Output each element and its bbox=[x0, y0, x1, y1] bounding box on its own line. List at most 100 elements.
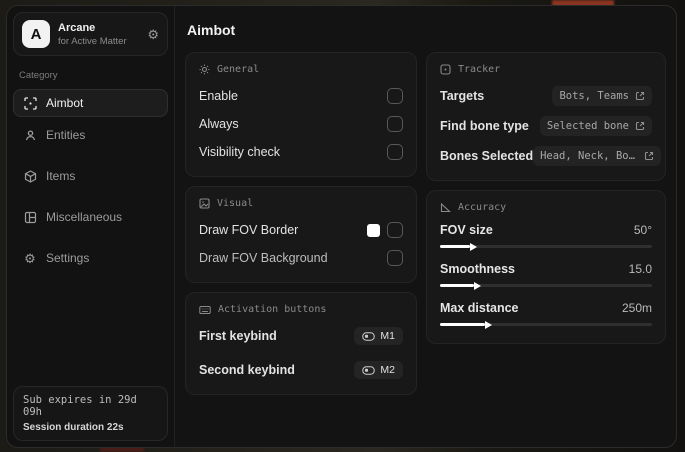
option-label: Draw FOV Background bbox=[199, 251, 328, 265]
section-title: Visual bbox=[217, 198, 254, 209]
brand-subtitle: for Active Matter bbox=[58, 35, 127, 47]
dropdown-value: Bots, Teams bbox=[559, 90, 629, 102]
mouse-icon bbox=[362, 331, 376, 341]
page-title: Aimbot bbox=[187, 22, 236, 38]
dropdown-row: Bones Selected Head, Neck, Body, Pe… bbox=[440, 145, 662, 167]
slider-value: 15.0 bbox=[628, 262, 652, 276]
slider-row: Max distance 250m bbox=[440, 301, 652, 326]
keybind-row: First keybind M1 bbox=[199, 325, 403, 347]
crosshair-icon bbox=[23, 96, 37, 110]
keybind-row: Second keybind M2 bbox=[199, 359, 403, 381]
sidebar-item-aimbot[interactable]: Aimbot bbox=[13, 89, 168, 117]
dropdown-label: Targets bbox=[440, 89, 485, 103]
option-row: Draw FOV Border bbox=[199, 219, 403, 241]
sidebar-item-miscellaneous[interactable]: Miscellaneous bbox=[13, 203, 168, 231]
activation-buttons-section: Activation buttons First keybind M1 Seco… bbox=[185, 292, 417, 395]
fov-size-slider[interactable] bbox=[440, 245, 652, 248]
visibility-check-checkbox[interactable] bbox=[387, 144, 403, 160]
keybind-label: First keybind bbox=[199, 329, 277, 343]
expand-icon bbox=[645, 151, 654, 161]
slider-fill bbox=[440, 323, 485, 326]
slider-value: 250m bbox=[621, 301, 652, 315]
image-icon bbox=[199, 198, 210, 209]
option-label: Enable bbox=[199, 89, 238, 103]
keyboard-icon bbox=[199, 305, 211, 314]
option-row: Enable bbox=[199, 85, 403, 107]
keybind-label: Second keybind bbox=[199, 363, 295, 377]
accuracy-section: Accuracy FOV size 50° Smoothness 15.0 Ma… bbox=[426, 190, 666, 344]
tracker-section: Tracker Targets Bots, Teams Find bone ty… bbox=[426, 52, 666, 181]
brand-logo: A bbox=[22, 20, 50, 48]
visual-section: Visual Draw FOV Border Draw FOV Backgrou… bbox=[185, 186, 417, 283]
category-label: Category bbox=[19, 70, 58, 81]
expand-icon bbox=[635, 91, 645, 101]
keybind-value: M1 bbox=[380, 330, 395, 342]
brand-name: Arcane bbox=[58, 21, 96, 34]
slider-label: Max distance bbox=[440, 301, 519, 315]
first-keybind-button[interactable]: M1 bbox=[354, 327, 403, 345]
brand-card: A Arcane for Active Matter ⚙ bbox=[13, 12, 168, 56]
expand-icon bbox=[635, 121, 645, 131]
right-column: Tracker Targets Bots, Teams Find bone ty… bbox=[426, 52, 666, 344]
session-duration-text: Session duration 22s bbox=[23, 422, 124, 433]
find-bone-type-dropdown[interactable]: Selected bone bbox=[539, 116, 652, 136]
keybind-value: M2 bbox=[380, 364, 395, 376]
cheat-menu-window: A Arcane for Active Matter ⚙ Category Ai… bbox=[6, 5, 677, 448]
general-section: General Enable Always Visibility check bbox=[185, 52, 417, 177]
sun-icon bbox=[199, 64, 210, 75]
bones-selected-dropdown[interactable]: Head, Neck, Body, Pe… bbox=[533, 146, 662, 166]
section-title: Accuracy bbox=[458, 202, 507, 213]
subscription-card: Sub expires in 29d 09h Session duration … bbox=[13, 386, 168, 441]
mouse-icon bbox=[362, 365, 376, 375]
main-panel: Aimbot General Enable Always Visibility … bbox=[175, 6, 676, 447]
slider-fill bbox=[440, 284, 474, 287]
person-target-icon bbox=[23, 128, 37, 142]
dropdown-label: Find bone type bbox=[440, 119, 529, 133]
dropdown-value: Selected bone bbox=[546, 120, 629, 132]
sidebar-item-label: Miscellaneous bbox=[46, 210, 123, 224]
option-row: Always bbox=[199, 113, 403, 135]
section-title: Tracker bbox=[458, 64, 501, 75]
option-label: Always bbox=[199, 117, 239, 131]
sidebar-item-label: Entities bbox=[46, 128, 86, 142]
gear-icon: ⚙ bbox=[24, 250, 36, 266]
enable-checkbox[interactable] bbox=[387, 88, 403, 104]
slider-fill bbox=[440, 245, 470, 248]
slider-label: Smoothness bbox=[440, 262, 516, 276]
gear-icon[interactable]: ⚙ bbox=[147, 28, 159, 41]
option-label: Visibility check bbox=[199, 145, 281, 159]
targets-dropdown[interactable]: Bots, Teams bbox=[552, 86, 652, 106]
dropdown-row: Targets Bots, Teams bbox=[440, 85, 652, 107]
left-column: General Enable Always Visibility check V… bbox=[185, 52, 417, 395]
max-distance-slider[interactable] bbox=[440, 323, 652, 326]
fov-border-color-swatch[interactable] bbox=[367, 223, 380, 237]
sidebar: A Arcane for Active Matter ⚙ Category Ai… bbox=[7, 6, 175, 447]
dropdown-label: Bones Selected bbox=[440, 149, 534, 163]
option-row: Draw FOV Background bbox=[199, 247, 403, 269]
slider-row: FOV size 50° bbox=[440, 223, 652, 248]
target-icon bbox=[440, 64, 451, 75]
sidebar-item-label: Items bbox=[46, 169, 76, 183]
sub-expiry-text: Sub expires in 29d 09h bbox=[23, 394, 137, 418]
always-checkbox[interactable] bbox=[387, 116, 403, 132]
section-title: Activation buttons bbox=[218, 304, 327, 315]
sidebar-item-label: Aimbot bbox=[46, 96, 84, 110]
sidebar-item-label: Settings bbox=[46, 251, 90, 265]
sidebar-item-entities[interactable]: Entities bbox=[13, 121, 168, 149]
layout-icon bbox=[23, 210, 37, 224]
sidebar-item-items[interactable]: Items bbox=[13, 162, 168, 190]
option-label: Draw FOV Border bbox=[199, 223, 299, 237]
slider-value: 50° bbox=[633, 223, 652, 237]
second-keybind-button[interactable]: M2 bbox=[354, 361, 403, 379]
slider-row: Smoothness 15.0 bbox=[440, 262, 652, 287]
option-row: Visibility check bbox=[199, 141, 403, 163]
draw-fov-border-checkbox[interactable] bbox=[387, 222, 403, 238]
sidebar-item-settings[interactable]: ⚙ Settings bbox=[13, 244, 168, 272]
smoothness-slider[interactable] bbox=[440, 284, 652, 287]
angle-icon bbox=[440, 202, 451, 213]
section-title: General bbox=[217, 64, 260, 75]
cube-icon bbox=[23, 169, 37, 183]
draw-fov-background-checkbox[interactable] bbox=[387, 250, 403, 266]
dropdown-row: Find bone type Selected bone bbox=[440, 115, 652, 137]
slider-label: FOV size bbox=[440, 223, 493, 237]
